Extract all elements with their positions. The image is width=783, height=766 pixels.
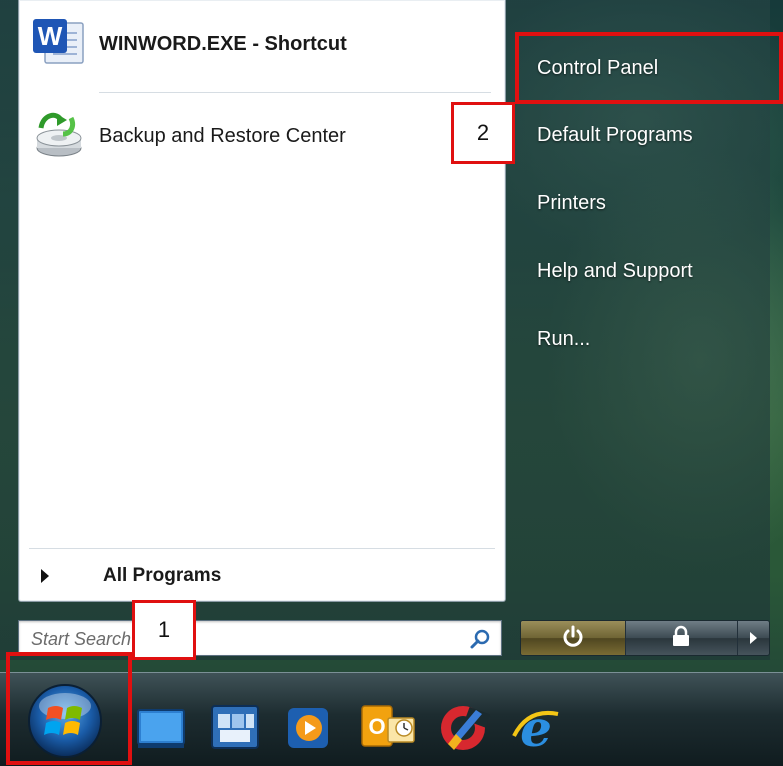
power-icon — [562, 625, 584, 652]
power-button-bar — [520, 620, 770, 656]
all-programs-label: All Programs — [103, 565, 222, 586]
all-programs-separator — [29, 548, 495, 549]
annotation-highlight-start-button — [6, 652, 132, 765]
annotation-label-2: 2 — [451, 102, 515, 164]
pinned-item-backup-restore[interactable]: Backup and Restore Center — [31, 108, 491, 164]
power-button[interactable] — [521, 621, 626, 655]
svg-text:e: e — [520, 700, 552, 756]
right-item-run[interactable]: Run... — [537, 328, 590, 351]
ccleaner-icon[interactable] — [436, 700, 491, 754]
arrow-icon — [749, 632, 757, 644]
show-desktop-icon[interactable] — [134, 700, 188, 754]
pinned-item-label: WINWORD.EXE - Shortcut — [99, 32, 347, 55]
outlook-icon[interactable]: O — [360, 700, 415, 754]
right-item-help-support[interactable]: Help and Support — [537, 260, 693, 283]
pinned-item-winword[interactable]: W WINWORD.EXE - Shortcut — [31, 16, 491, 72]
search-icon[interactable] — [469, 628, 491, 650]
pinned-separator — [99, 92, 491, 93]
media-player-icon[interactable] — [282, 700, 336, 754]
internet-explorer-icon[interactable]: e — [508, 699, 562, 758]
power-options-arrow-button[interactable] — [737, 621, 769, 655]
annotation-highlight-control-panel — [515, 32, 783, 104]
pinned-item-label: Backup and Restore Center — [99, 124, 346, 147]
annotation-label-1: 1 — [132, 600, 196, 660]
switch-windows-icon[interactable] — [208, 700, 262, 754]
word-icon: W — [31, 17, 85, 72]
right-item-default-programs[interactable]: Default Programs — [537, 124, 693, 147]
right-item-printers[interactable]: Printers — [537, 192, 606, 215]
start-search-box[interactable] — [18, 620, 502, 656]
backup-restore-icon — [31, 108, 85, 165]
start-menu-left-pane: W WINWORD.EXE - Shortcut Backup and Rest… — [18, 0, 506, 602]
start-search-input[interactable] — [29, 626, 453, 652]
lock-button[interactable] — [625, 621, 738, 655]
expand-arrow-icon — [41, 569, 49, 583]
lock-icon — [670, 625, 692, 652]
svg-text:O: O — [368, 714, 385, 739]
all-programs-button[interactable]: All Programs — [37, 560, 477, 592]
svg-text:W: W — [38, 21, 63, 51]
